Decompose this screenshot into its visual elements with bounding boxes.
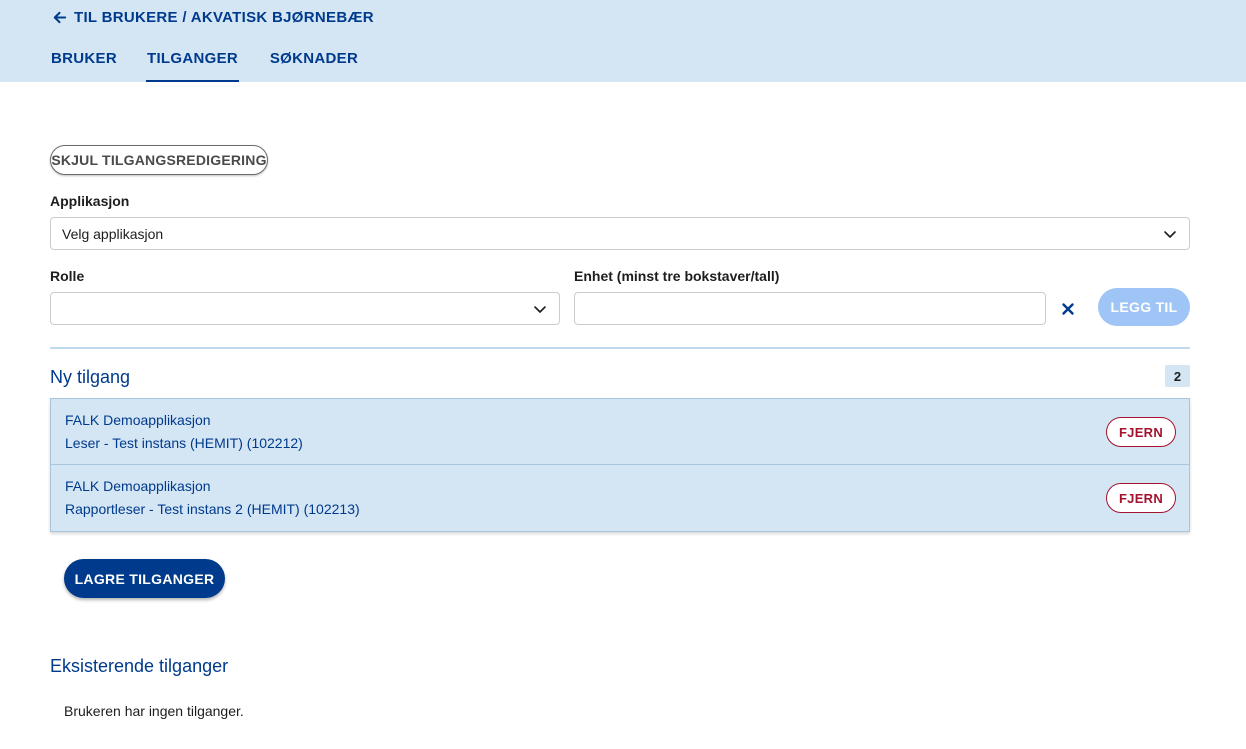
empty-state-text: Brukeren har ingen tilganger. (64, 703, 244, 719)
tab-tilganger[interactable]: TILGANGER (146, 46, 239, 82)
save-access-button[interactable]: LAGRE TILGANGER (64, 559, 225, 598)
new-access-list: FALK Demoapplikasjon Leser - Test instan… (50, 398, 1190, 532)
chevron-down-icon (1164, 230, 1176, 238)
add-button[interactable]: LEGG TIL (1098, 288, 1190, 326)
application-select-value: Velg applikasjon (62, 225, 164, 242)
back-link-label: TIL BRUKERE / AKVATISK BJØRNEBÆR (74, 9, 374, 26)
application-select[interactable]: Velg applikasjon (50, 217, 1190, 250)
access-role-name: Rapportleser - Test instans 2 (HEMIT) (1… (65, 501, 360, 517)
back-link[interactable]: TIL BRUKERE / AKVATISK BJØRNEBÆR (52, 9, 374, 26)
tab-bruker[interactable]: BRUKER (50, 46, 118, 82)
remove-button[interactable]: FJERN (1106, 483, 1176, 513)
unit-input[interactable] (574, 292, 1046, 325)
arrow-left-icon (53, 11, 67, 24)
hide-access-editing-button[interactable]: SKJUL TILGANGSREDIGERING (50, 145, 268, 175)
list-item: FALK Demoapplikasjon Rapportleser - Test… (51, 465, 1189, 531)
tab-label: BRUKER (51, 50, 117, 67)
count-badge: 2 (1165, 365, 1190, 387)
remove-button[interactable]: FJERN (1106, 417, 1176, 447)
role-select[interactable] (50, 292, 560, 325)
unit-label: Enhet (minst tre bokstaver/tall) (574, 268, 780, 284)
access-role-name: Leser - Test instans (HEMIT) (102212) (65, 435, 303, 451)
role-label: Rolle (50, 268, 85, 284)
tab-label: TILGANGER (146, 50, 239, 67)
existing-access-title: Eksisterende tilganger (50, 656, 229, 676)
access-app-name: FALK Demoapplikasjon (65, 412, 211, 428)
page-header: TIL BRUKERE / AKVATISK BJØRNEBÆR BRUKER … (0, 0, 1246, 82)
tab-soknader[interactable]: SØKNADER (268, 46, 360, 82)
close-icon[interactable] (1060, 301, 1076, 317)
application-label: Applikasjon (50, 193, 130, 209)
divider (50, 347, 1190, 349)
tab-label: SØKNADER (269, 50, 359, 67)
chevron-down-icon (534, 305, 546, 313)
access-app-name: FALK Demoapplikasjon (65, 478, 211, 494)
new-access-title: Ny tilgang (50, 367, 131, 387)
list-item: FALK Demoapplikasjon Leser - Test instan… (51, 399, 1189, 465)
